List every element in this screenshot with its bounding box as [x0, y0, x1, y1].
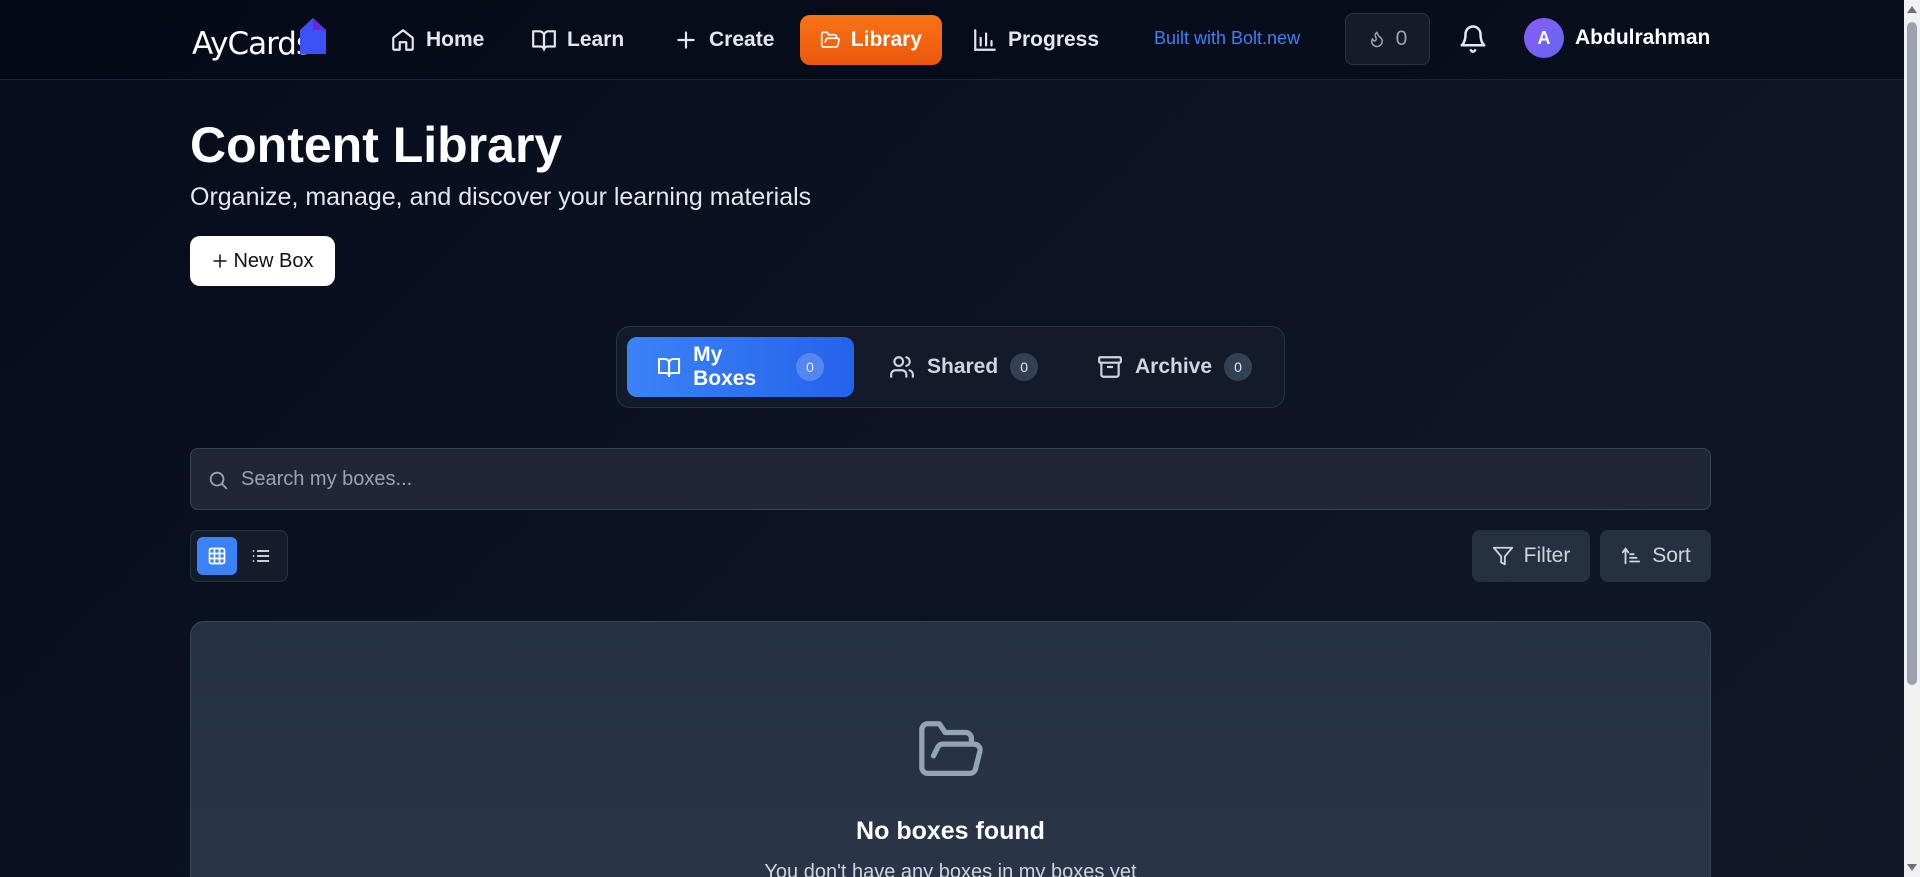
book-open-icon — [658, 357, 681, 378]
nav-progress-label: Progress — [1008, 28, 1100, 51]
tab-count-badge: 0 — [796, 353, 824, 381]
streak-count: 0 — [1395, 27, 1408, 50]
top-nav: AyCards Home Learn Create Library Progre… — [0, 0, 1904, 80]
new-box-button[interactable]: New Box — [190, 236, 335, 286]
sort-label: Sort — [1652, 544, 1691, 567]
bar-chart-icon — [974, 29, 996, 51]
nav-library-label: Library — [850, 28, 922, 51]
logo-text: AyCards — [192, 26, 312, 62]
search-bar — [190, 448, 1711, 510]
nav-home-label: Home — [426, 28, 485, 51]
page-scrollbar[interactable] — [1904, 0, 1920, 877]
filter-button[interactable]: Filter — [1472, 530, 1590, 582]
nav-learn-label: Learn — [567, 28, 625, 51]
flame-icon — [1370, 31, 1383, 48]
app-logo[interactable]: AyCards — [190, 14, 330, 64]
built-with-bolt-link[interactable]: Built with Bolt.new — [1154, 28, 1300, 49]
tab-count-badge: 0 — [1224, 353, 1253, 381]
nav-learn[interactable]: Learn — [511, 15, 644, 65]
scrollbar-thumb[interactable] — [1907, 22, 1917, 685]
empty-state-message: You don't have any boxes in my boxes yet — [764, 861, 1137, 877]
streak-counter[interactable]: 0 — [1345, 13, 1430, 65]
house-logo-icon — [300, 18, 326, 54]
grid-view-button[interactable] — [197, 537, 237, 575]
bell-icon[interactable] — [1458, 24, 1488, 54]
users-icon — [890, 356, 914, 378]
tab-archive[interactable]: Archive 0 — [1067, 337, 1282, 397]
scroll-up-arrow-icon[interactable] — [1907, 6, 1917, 13]
tab-archive-label: Archive — [1135, 355, 1213, 378]
nav-home[interactable]: Home — [370, 15, 504, 65]
avatar: A — [1524, 18, 1564, 58]
book-open-icon — [532, 30, 556, 51]
nav-create[interactable]: Create — [653, 15, 794, 65]
new-box-label: New Box — [233, 249, 314, 272]
scroll-down-arrow-icon[interactable] — [1907, 864, 1917, 871]
empty-state-title: No boxes found — [856, 817, 1045, 845]
search-icon — [209, 471, 228, 490]
plus-icon — [213, 254, 228, 268]
archive-icon — [1098, 356, 1122, 378]
sort-button[interactable]: Sort — [1600, 530, 1711, 582]
tab-count-badge: 0 — [1010, 353, 1039, 381]
user-name: Abdulrahman — [1575, 26, 1711, 49]
empty-state-card: No boxes found You don't have any boxes … — [190, 621, 1711, 877]
library-tabs: My Boxes 0 Shared 0 Archive 0 — [616, 326, 1285, 408]
grid-icon — [208, 547, 226, 565]
list-icon — [252, 550, 270, 562]
view-toggle — [190, 530, 288, 582]
tab-my-boxes-label: My Boxes — [693, 343, 757, 390]
list-view-button[interactable] — [241, 537, 281, 575]
page-title: Content Library — [190, 117, 563, 173]
tab-my-boxes[interactable]: My Boxes 0 — [627, 337, 854, 397]
tab-shared[interactable]: Shared 0 — [859, 337, 1068, 397]
nav-library[interactable]: Library — [800, 15, 942, 65]
nav-create-label: Create — [709, 28, 775, 51]
nav-progress[interactable]: Progress — [952, 15, 1119, 65]
plus-icon — [677, 31, 695, 49]
user-menu[interactable]: A Abdulrahman — [1524, 18, 1710, 58]
folder-open-icon — [820, 31, 840, 48]
folder-open-icon — [919, 721, 983, 776]
page-subtitle: Organize, manage, and discover your lear… — [190, 183, 812, 211]
sort-icon — [1622, 547, 1641, 565]
search-input[interactable] — [241, 449, 1691, 509]
filter-label: Filter — [1523, 544, 1571, 567]
filter-icon — [1492, 546, 1513, 566]
tab-shared-label: Shared — [927, 355, 999, 378]
home-icon — [392, 29, 414, 51]
